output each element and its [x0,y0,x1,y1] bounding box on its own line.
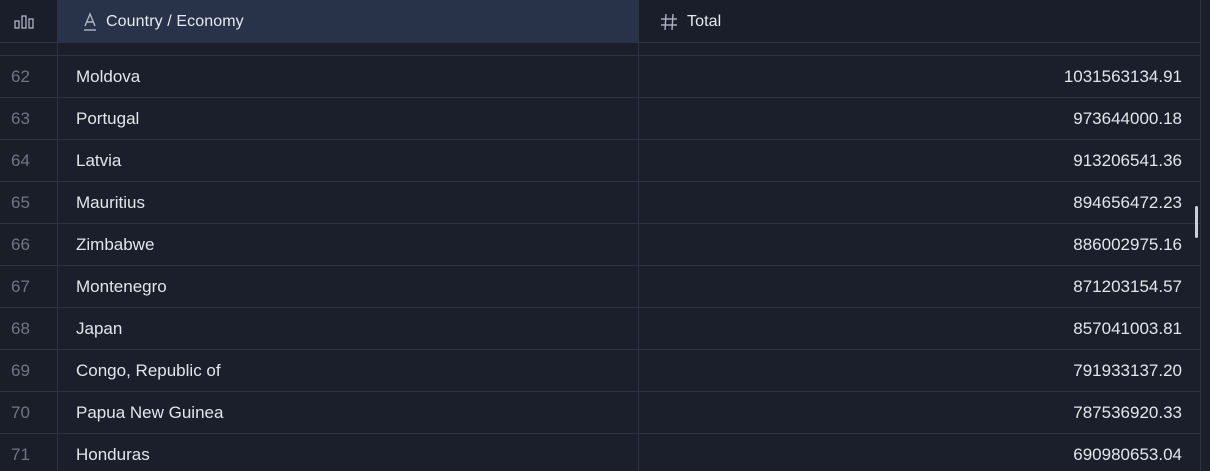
country-cell[interactable]: Papua New Guinea [58,392,639,433]
text-type-icon [82,11,98,32]
table-row[interactable]: 65 Mauritius 894656472.23 [0,182,1201,224]
country-cell[interactable]: Mauritius [58,182,639,223]
row-index: 70 [0,392,58,433]
row-index: 69 [0,350,58,391]
total-cell[interactable]: 690980653.04 [639,434,1201,471]
table-row[interactable]: 66 Zimbabwe 886002975.16 [0,224,1201,266]
row-index: 66 [0,224,58,265]
row-index: 68 [0,308,58,349]
row-index: 65 [0,182,58,223]
country-cell[interactable]: Japan [58,308,639,349]
table-row[interactable]: 64 Latvia 913206541.36 [0,140,1201,182]
column-stats-button[interactable] [0,0,58,43]
column-header-label: Country / Economy [106,12,244,30]
table-row[interactable]: 62 Moldova 1031563134.91 [0,56,1201,98]
column-header-total[interactable]: Total [639,0,1201,43]
table-row[interactable]: 67 Montenegro 871203154.57 [0,266,1201,308]
country-cell[interactable]: Portugal [58,98,639,139]
row-index: 62 [0,56,58,97]
partial-row-total-cell [639,43,1201,55]
table-row[interactable]: 68 Japan 857041003.81 [0,308,1201,350]
total-cell[interactable]: 787536920.33 [639,392,1201,433]
country-cell[interactable]: Latvia [58,140,639,181]
column-header-label: Total [687,12,722,30]
total-cell[interactable]: 973644000.18 [639,98,1201,139]
total-cell[interactable]: 886002975.16 [639,224,1201,265]
total-cell[interactable]: 1031563134.91 [639,56,1201,97]
total-cell[interactable]: 913206541.36 [639,140,1201,181]
total-cell[interactable]: 871203154.57 [639,266,1201,307]
partial-row [0,43,1201,56]
row-index: 64 [0,140,58,181]
partial-row-index-cell [0,43,58,55]
country-cell[interactable]: Moldova [58,56,639,97]
country-cell[interactable]: Congo, Republic of [58,350,639,391]
total-cell[interactable]: 791933137.20 [639,350,1201,391]
row-index: 71 [0,434,58,471]
data-grid: Country / Economy Total 62 Moldova 10315… [0,0,1210,471]
row-index: 67 [0,266,58,307]
bar-chart-icon [13,14,36,29]
grid-body: 62 Moldova 1031563134.91 63 Portugal 973… [0,56,1201,471]
hash-number-icon [659,12,679,32]
grid-header: Country / Economy Total [0,0,1201,43]
row-index: 63 [0,98,58,139]
partial-row-country-cell [58,43,639,55]
table-row[interactable]: 70 Papua New Guinea 787536920.33 [0,392,1201,434]
table-row[interactable]: 71 Honduras 690980653.04 [0,434,1201,471]
scrollbar-track[interactable] [1201,0,1210,471]
scrollbar-thumb[interactable] [1195,206,1198,238]
country-cell[interactable]: Zimbabwe [58,224,639,265]
country-cell[interactable]: Montenegro [58,266,639,307]
table-row[interactable]: 69 Congo, Republic of 791933137.20 [0,350,1201,392]
country-cell[interactable]: Honduras [58,434,639,471]
total-cell[interactable]: 894656472.23 [639,182,1201,223]
total-cell[interactable]: 857041003.81 [639,308,1201,349]
column-header-country[interactable]: Country / Economy [58,0,639,43]
table-row[interactable]: 63 Portugal 973644000.18 [0,98,1201,140]
